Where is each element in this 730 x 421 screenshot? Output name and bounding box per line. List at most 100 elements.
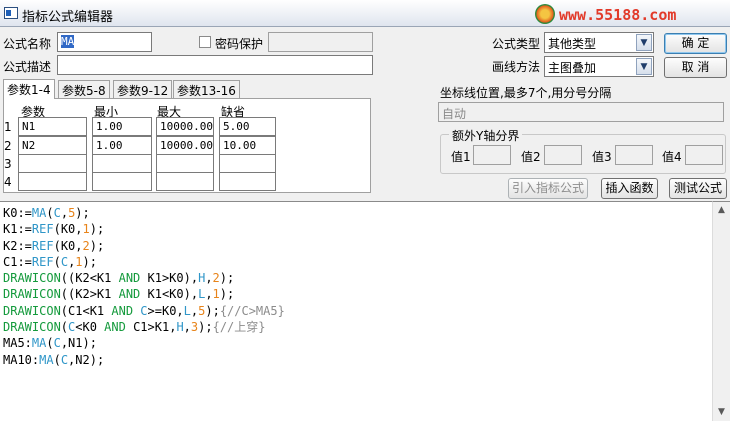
y-value-1-input[interactable] (473, 145, 511, 165)
code-token: C (53, 206, 61, 220)
extra-y-axis-title: 额外Y轴分界 (449, 127, 523, 144)
param-name-input[interactable]: N2 (18, 136, 87, 155)
window-title: 指标公式编辑器 (22, 10, 114, 25)
code-token: ((K2<K1 (60, 271, 119, 286)
password-label: 密码保护 (215, 37, 264, 51)
code-line: MA5:MA(C,N1); (3, 335, 709, 351)
code-token: MA (39, 352, 54, 367)
y-value-2-input[interactable] (544, 145, 582, 165)
param-max-input[interactable]: 10000.00 (156, 136, 214, 155)
password-checkbox[interactable] (199, 36, 211, 48)
tab-params-9-12[interactable]: 参数9-12 (113, 80, 173, 98)
code-token: REF (31, 254, 54, 269)
param-name-input[interactable]: N1 (18, 117, 87, 136)
formula-editor-window: 指标公式编辑器 www.55188.com 公式名称 MA 密码保护 公式类型 … (0, 0, 730, 421)
tab-params-5-8[interactable]: 参数5-8 (58, 80, 110, 98)
code-token: L (183, 303, 191, 318)
import-formula-button[interactable]: 引入指标公式 (508, 178, 588, 199)
code-token: , (205, 271, 213, 286)
code-line: DRAWICON((K2<K1 AND K1>K0),H,2); (3, 270, 709, 286)
code-token: MA (31, 206, 47, 220)
formula-code-editor[interactable]: K0:=MA(C,5); K1:=REF(K0,1); K2:=REF(K0,2);… (0, 201, 712, 421)
editor-scrollbar[interactable]: ▲ ▼ (712, 201, 730, 421)
code-token: REF (31, 222, 54, 237)
param-default-input[interactable]: 5.00 (219, 117, 276, 136)
scroll-up-icon[interactable]: ▲ (713, 202, 730, 219)
y-value-4-input[interactable] (685, 145, 723, 165)
draw-method-label: 画线方法 (492, 60, 541, 74)
code-token: ( (46, 336, 54, 351)
param-name-input[interactable] (18, 172, 87, 191)
code-line: K1:=REF(K0,1); (3, 221, 709, 237)
formula-type-value: 其他类型 (548, 37, 597, 51)
formula-name-input[interactable]: MA (57, 32, 152, 52)
param-max-input[interactable] (156, 172, 214, 191)
formula-desc-input[interactable] (57, 55, 373, 75)
code-token: , (183, 320, 191, 335)
code-token: C1>K1, (125, 320, 177, 335)
coord-lines-input[interactable]: 自动 (438, 102, 724, 122)
param-max-input[interactable] (156, 154, 214, 173)
app-icon (4, 7, 18, 19)
code-token: ); (219, 271, 235, 286)
param-default-input[interactable]: 10.00 (219, 136, 276, 155)
code-token: K2:= (3, 238, 32, 253)
row-number: 4 (4, 175, 12, 189)
y-value-1-label: 值1 (451, 150, 471, 164)
draw-method-select[interactable]: 主图叠加 ▼ (544, 56, 654, 77)
param-name-input[interactable] (18, 154, 87, 173)
param-min-input[interactable] (92, 154, 152, 173)
logo-text: www.55188.com (559, 6, 677, 24)
code-token: ); (89, 238, 105, 253)
title-bar[interactable]: 指标公式编辑器 www.55188.com (0, 0, 730, 27)
code-token: C (53, 336, 61, 351)
chevron-down-icon[interactable]: ▼ (636, 58, 652, 75)
y-value-2-label: 值2 (521, 150, 541, 164)
insert-function-button[interactable]: 插入函数 (601, 178, 658, 199)
param-max-input[interactable]: 10000.00 (156, 117, 214, 136)
formula-type-select[interactable]: 其他类型 ▼ (544, 32, 654, 53)
code-token: AND (104, 320, 126, 335)
tab-params-1-4[interactable]: 参数1-4 (3, 79, 55, 99)
row-number: 2 (4, 139, 12, 153)
password-input[interactable] (268, 32, 373, 52)
code-token: ( (53, 352, 61, 367)
param-min-input[interactable]: 1.00 (92, 117, 152, 136)
param-min-input[interactable] (92, 172, 152, 191)
tab-params-13-16[interactable]: 参数13-16 (173, 80, 240, 98)
code-token: DRAWICON (3, 287, 61, 302)
code-token: ((K2>K1 (60, 287, 119, 302)
code-token: ( (46, 206, 54, 220)
code-token: AND (118, 287, 141, 302)
code-token: ); (205, 303, 220, 318)
code-token: C (140, 303, 148, 318)
code-line: K2:=REF(K0,2); (3, 238, 709, 254)
draw-method-value: 主图叠加 (548, 61, 597, 75)
code-token: DRAWICON (3, 271, 61, 286)
y-value-3-input[interactable] (615, 145, 653, 165)
code-token: ); (219, 287, 235, 302)
param-default-input[interactable] (219, 172, 276, 191)
formula-name-label: 公式名称 (3, 37, 52, 51)
y-value-4-label: 值4 (662, 150, 682, 164)
code-token: AND (118, 271, 141, 286)
code-token: , (205, 287, 213, 302)
code-line: C1:=REF(C,1); (3, 254, 709, 270)
code-token: {//C>MA5} (219, 303, 285, 318)
chevron-down-icon[interactable]: ▼ (636, 34, 652, 51)
code-token: AND (111, 303, 134, 318)
logo-emblem-icon (535, 4, 555, 24)
code-token: (K0, (53, 238, 83, 253)
param-min-input[interactable]: 1.00 (92, 136, 152, 155)
code-token: 1 (212, 287, 220, 302)
code-line: DRAWICON(C1<K1 AND C>=K0,L,5);{//C>MA5} (3, 303, 709, 319)
code-token: ); (89, 222, 105, 237)
ok-button[interactable]: 确 定 (664, 33, 727, 54)
param-default-input[interactable] (219, 154, 276, 173)
test-formula-button[interactable]: 测试公式 (669, 178, 727, 199)
code-token: 2 (212, 271, 220, 286)
code-token: C (60, 254, 69, 269)
formula-type-label: 公式类型 (492, 37, 541, 51)
scroll-down-icon[interactable]: ▼ (713, 404, 730, 421)
cancel-button[interactable]: 取 消 (664, 57, 727, 78)
